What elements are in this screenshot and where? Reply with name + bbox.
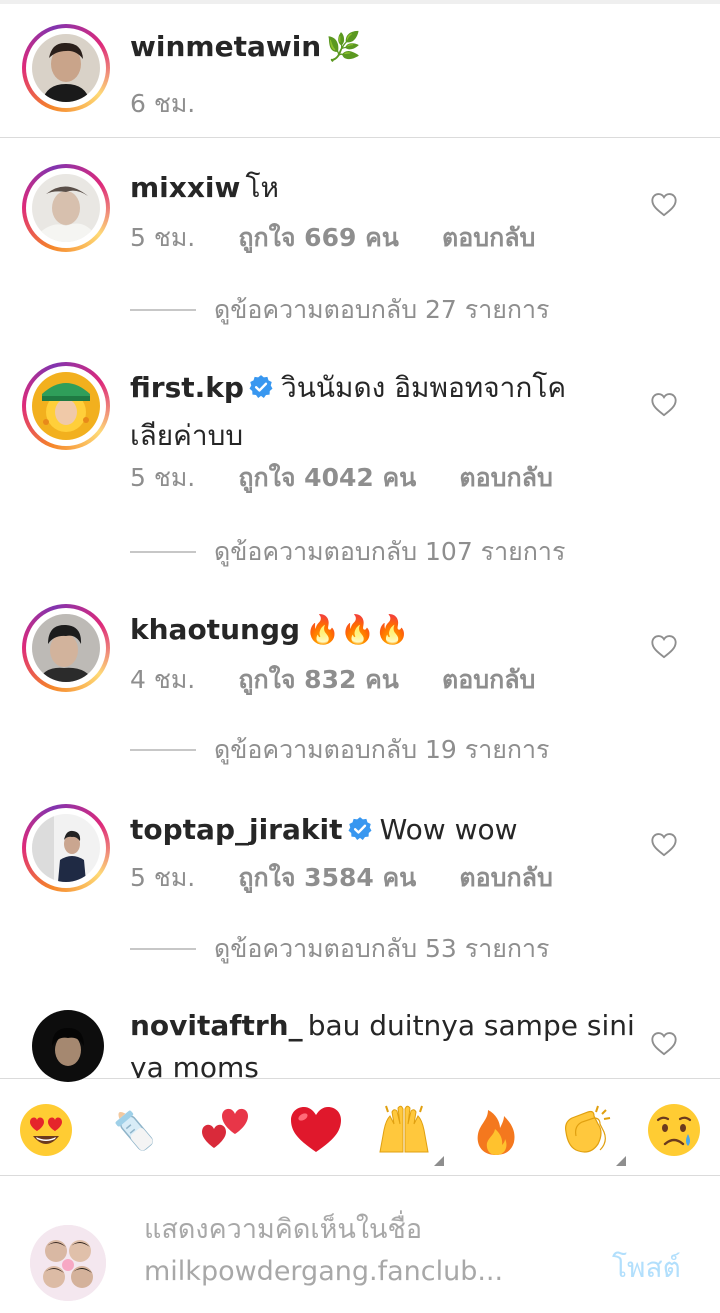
avatar[interactable] — [32, 614, 100, 682]
comment-text: Wow wow — [379, 813, 518, 846]
comment-text-line1: วินนัมดง อิมพอทจากโค — [281, 371, 567, 404]
comment-time: 4 ชม. — [130, 665, 196, 694]
comment-username[interactable]: toptap_jirakit — [130, 813, 343, 846]
verified-badge-icon — [348, 817, 371, 840]
reply-button[interactable]: ตอบกลับ — [459, 863, 552, 892]
comment-text: 🔥🔥🔥 — [305, 613, 410, 646]
baby-bottle-emoji-icon[interactable] — [106, 1102, 162, 1158]
post-caption: winmetawin 🌿 6 ชม. — [0, 4, 720, 138]
comment-input[interactable]: แสดงความคิดเห็นในชื่อ milkpowdergang.fan… — [144, 1209, 584, 1293]
view-replies-label[interactable]: ดูข้อความตอบกลับ 107 รายการ — [214, 532, 565, 572]
comment-text: โห — [245, 171, 279, 204]
emoji-reaction-bar — [0, 1078, 720, 1176]
fire-emoji-icon[interactable] — [468, 1102, 524, 1158]
like-count[interactable]: ถูกใจ 669 คน — [238, 223, 399, 252]
comment-avatar-ring[interactable] — [22, 804, 110, 892]
caption-time: 6 ชม. — [130, 89, 196, 118]
avatar[interactable] — [32, 814, 100, 882]
comment-username[interactable]: mixxiw — [130, 171, 240, 204]
comment-avatar-ring[interactable] — [22, 362, 110, 450]
like-count[interactable]: ถูกใจ 3584 คน — [238, 863, 416, 892]
heart-icon[interactable] — [650, 191, 678, 217]
comment-composer: แสดงความคิดเห็นในชื่อ milkpowdergang.fan… — [0, 1177, 720, 1313]
comment-meta: 4 ชม. ถูกใจ 832 คน ตอบกลับ — [130, 660, 573, 700]
red-heart-emoji-icon[interactable] — [288, 1102, 344, 1158]
avatar[interactable] — [32, 1010, 104, 1082]
comment-text-line1: bau duitnya sampe sini — [307, 1009, 635, 1042]
composer-avatar — [30, 1225, 106, 1301]
comment-username[interactable]: first.kp — [130, 371, 244, 404]
reply-button[interactable]: ตอบกลับ — [442, 223, 535, 252]
comment-avatar-ring[interactable] — [22, 604, 110, 692]
post-button[interactable]: โพสต์ — [612, 1246, 681, 1290]
avatar[interactable] — [32, 34, 100, 102]
raising-hands-emoji-icon[interactable] — [376, 1102, 444, 1166]
verified-badge-icon — [249, 375, 273, 398]
caption-text: 🌿 — [326, 30, 362, 63]
comment-time: 5 ชม. — [130, 863, 196, 892]
view-replies-label[interactable]: ดูข้อความตอบกลับ 27 รายการ — [214, 290, 550, 330]
like-count[interactable]: ถูกใจ 4042 คน — [238, 463, 416, 492]
heart-icon[interactable] — [650, 1030, 678, 1056]
comment-input-placeholder-line1: แสดงความคิดเห็นในชื่อ — [144, 1214, 423, 1245]
like-count[interactable]: ถูกใจ 832 คน — [238, 665, 399, 694]
comment-time: 5 ชม. — [130, 463, 196, 492]
clapping-hands-emoji-icon[interactable] — [558, 1102, 626, 1166]
comment-meta: 5 ชม. ถูกใจ 4042 คน ตอบกลับ — [130, 458, 591, 498]
sad-relieved-emoji-icon[interactable] — [646, 1102, 702, 1158]
view-replies-label[interactable]: ดูข้อความตอบกลับ 53 รายการ — [214, 929, 550, 969]
comment-meta: 5 ชม. ถูกใจ 3584 คน ตอบกลับ — [130, 858, 591, 898]
skin-tone-indicator — [616, 1156, 626, 1166]
skin-tone-indicator — [434, 1156, 444, 1166]
comment-text-line2: เลียค่าบบ — [130, 419, 244, 452]
two-hearts-emoji-icon[interactable] — [196, 1102, 252, 1158]
avatar[interactable] — [32, 372, 100, 440]
comment-username[interactable]: novitaftrh_ — [130, 1009, 303, 1042]
heart-icon[interactable] — [650, 391, 678, 417]
view-replies-label[interactable]: ดูข้อความตอบกลับ 19 รายการ — [214, 730, 550, 770]
replies-divider — [130, 551, 196, 553]
heart-icon[interactable] — [650, 633, 678, 659]
comment-username[interactable]: khaotungg — [130, 613, 300, 646]
caption-username[interactable]: winmetawin — [130, 30, 321, 63]
caption-avatar-ring[interactable] — [22, 24, 110, 112]
comment-meta: 5 ชม. ถูกใจ 669 คน ตอบกลับ — [130, 218, 573, 258]
reply-button[interactable]: ตอบกลับ — [459, 463, 552, 492]
comment-input-placeholder-line2: milkpowdergang.fanclub... — [144, 1256, 504, 1287]
comment-avatar-ring[interactable] — [22, 164, 110, 252]
heart-eyes-emoji-icon[interactable] — [18, 1102, 74, 1158]
avatar[interactable] — [32, 174, 100, 242]
replies-divider — [130, 948, 196, 950]
replies-divider — [130, 749, 196, 751]
heart-icon[interactable] — [650, 831, 678, 857]
comment-time: 5 ชม. — [130, 223, 196, 252]
replies-divider — [130, 309, 196, 311]
reply-button[interactable]: ตอบกลับ — [442, 665, 535, 694]
